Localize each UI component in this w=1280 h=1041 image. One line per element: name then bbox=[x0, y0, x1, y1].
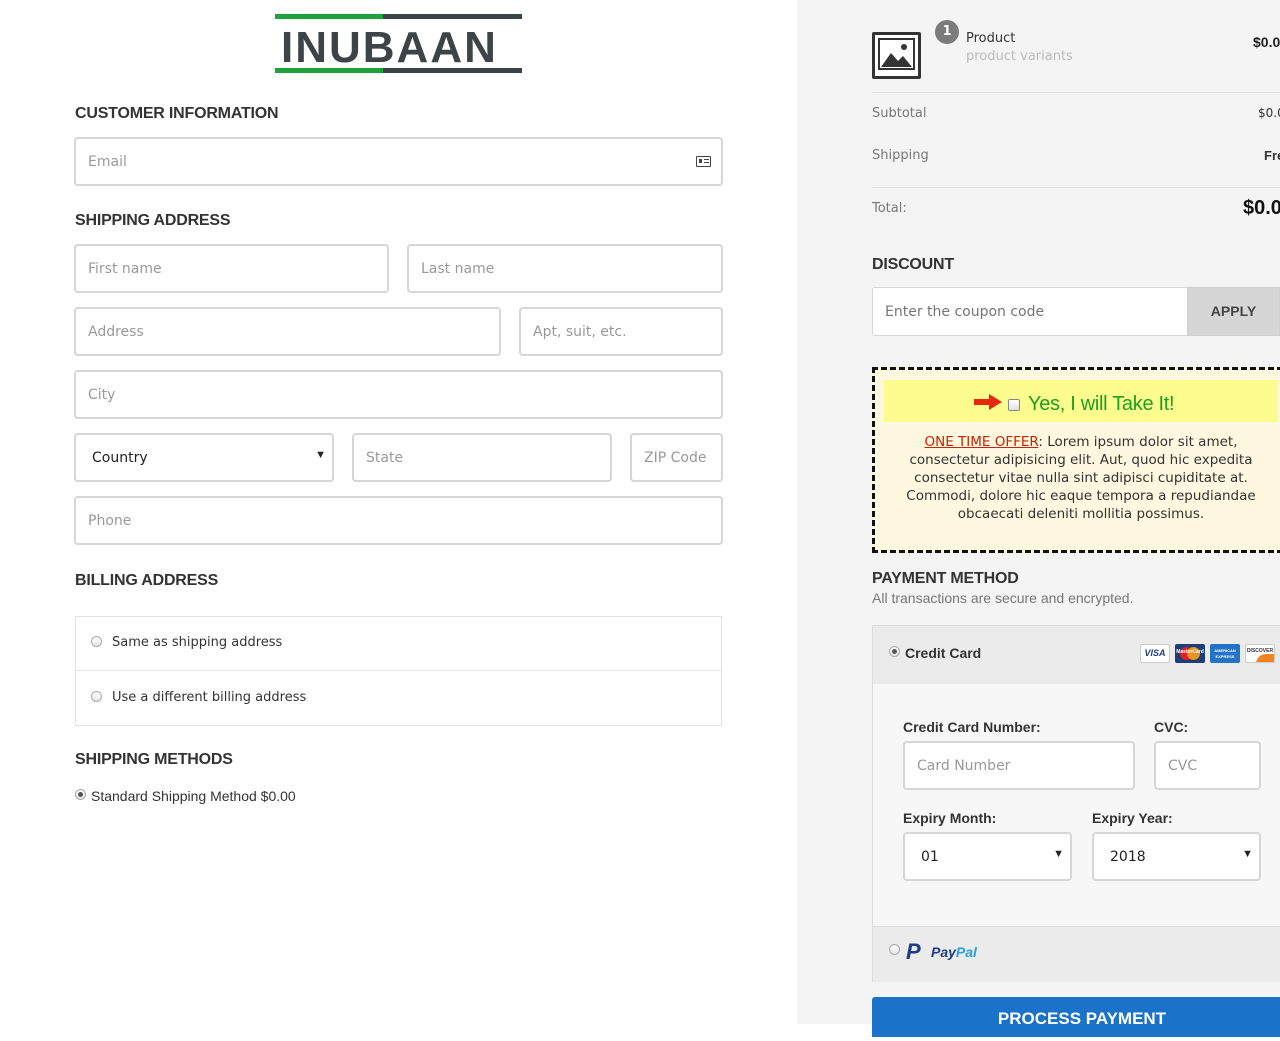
country-select-value: Country bbox=[92, 450, 148, 466]
paypal-radio[interactable] bbox=[889, 944, 900, 955]
address-input[interactable] bbox=[76, 309, 499, 354]
total-value: $0.0 bbox=[1243, 197, 1280, 219]
standard-shipping-label: Standard Shipping Method $0.00 bbox=[91, 788, 296, 804]
process-payment-button[interactable]: PROCESS PAYMENT bbox=[872, 997, 1280, 1037]
brand-logo[interactable]: INUBAAN bbox=[275, 14, 522, 76]
billing-options: Same as shipping address Use a different… bbox=[75, 616, 722, 726]
amex-icon: AMERICAN EXPRESS bbox=[1210, 644, 1240, 663]
last-name-field[interactable] bbox=[407, 244, 723, 293]
divider bbox=[872, 187, 1280, 188]
paypal-option[interactable]: P PayPal bbox=[873, 926, 1280, 982]
mastercard-icon: MasterCard bbox=[1175, 644, 1205, 663]
country-select[interactable]: Country ▼ bbox=[74, 433, 334, 482]
product-price: $0.0 bbox=[1253, 34, 1280, 50]
billing-option-different[interactable]: Use a different billing address bbox=[76, 672, 721, 726]
coupon-input[interactable] bbox=[873, 288, 1188, 335]
billing-option-same[interactable]: Same as shipping address bbox=[76, 617, 721, 671]
visa-icon: VISA bbox=[1140, 644, 1170, 663]
image-icon bbox=[878, 38, 915, 70]
credit-card-label: Credit Card bbox=[905, 645, 982, 661]
address-field[interactable] bbox=[74, 307, 501, 356]
chevron-down-icon: ▼ bbox=[1242, 848, 1253, 860]
logo-text: INUBAAN bbox=[281, 23, 498, 72]
contact-card-icon[interactable] bbox=[696, 156, 711, 167]
shipping-value: Fre bbox=[1264, 148, 1280, 163]
shipping-label: Shipping bbox=[872, 148, 929, 163]
product-name: Product bbox=[966, 31, 1016, 46]
offer-cta-bar[interactable]: Yes, I will Take It! bbox=[884, 380, 1278, 422]
payment-method-title: PAYMENT METHOD bbox=[872, 570, 1019, 587]
apt-field[interactable] bbox=[519, 307, 723, 356]
expiry-month-select[interactable]: 01 ▼ bbox=[903, 832, 1072, 881]
apt-input[interactable] bbox=[521, 309, 721, 354]
payment-options: Credit Card VISA MasterCard AMERICAN EXP… bbox=[872, 625, 1280, 982]
product-image-placeholder bbox=[872, 32, 921, 79]
billing-different-radio[interactable] bbox=[91, 691, 102, 702]
first-name-input[interactable] bbox=[76, 246, 387, 291]
card-number-input[interactable] bbox=[905, 743, 1133, 788]
city-field[interactable] bbox=[74, 370, 723, 419]
cvc-input[interactable] bbox=[1156, 743, 1259, 788]
chevron-down-icon: ▼ bbox=[315, 449, 326, 461]
cvc-label: CVC: bbox=[1154, 719, 1189, 735]
process-payment-label: PROCESS PAYMENT bbox=[997, 1009, 1167, 1028]
credit-card-option[interactable]: Credit Card VISA MasterCard AMERICAN EXP… bbox=[873, 626, 1280, 684]
expiry-month-value: 01 bbox=[921, 849, 939, 865]
offer-headline: ONE TIME OFFER bbox=[924, 434, 1039, 450]
offer-checkbox[interactable] bbox=[1008, 399, 1020, 411]
shipping-methods-title: SHIPPING METHODS bbox=[75, 751, 233, 768]
offer-cta-label[interactable]: Yes, I will Take It! bbox=[1028, 393, 1175, 416]
arrow-right-icon bbox=[974, 394, 1002, 410]
chevron-down-icon: ▼ bbox=[1053, 848, 1064, 860]
email-input[interactable] bbox=[76, 139, 721, 184]
city-input[interactable] bbox=[76, 372, 721, 417]
state-input[interactable] bbox=[354, 435, 610, 480]
coupon-field[interactable] bbox=[872, 287, 1188, 336]
expiry-month-label: Expiry Month: bbox=[903, 810, 997, 826]
apply-coupon-button[interactable]: APPLY bbox=[1187, 287, 1280, 336]
last-name-input[interactable] bbox=[409, 246, 721, 291]
expiry-year-value: 2018 bbox=[1110, 849, 1146, 865]
billing-different-label: Use a different billing address bbox=[112, 690, 307, 705]
product-variants: product variants bbox=[966, 49, 1073, 64]
shipping-address-title: SHIPPING ADDRESS bbox=[75, 212, 231, 229]
logo-graphic: INUBAAN bbox=[275, 14, 522, 73]
billing-same-radio[interactable] bbox=[91, 636, 102, 647]
zip-field[interactable] bbox=[630, 433, 723, 482]
standard-shipping-radio[interactable] bbox=[75, 789, 86, 800]
card-number-label: Credit Card Number: bbox=[903, 719, 1041, 735]
billing-address-title: BILLING ADDRESS bbox=[75, 572, 219, 589]
quantity-badge: 1 bbox=[935, 20, 959, 44]
offer-description: ONE TIME OFFER: Lorem ipsum dolor sit am… bbox=[884, 433, 1278, 523]
cvc-field[interactable] bbox=[1154, 741, 1261, 790]
zip-input[interactable] bbox=[632, 435, 721, 480]
expiry-year-label: Expiry Year: bbox=[1092, 810, 1173, 826]
subtotal-value: $0.0 bbox=[1258, 106, 1280, 120]
divider bbox=[872, 92, 1280, 93]
card-number-field[interactable] bbox=[903, 741, 1135, 790]
paypal-logo-icon: P bbox=[906, 939, 921, 964]
subtotal-label: Subtotal bbox=[872, 106, 927, 121]
customer-info-title: CUSTOMER INFORMATION bbox=[75, 105, 279, 122]
billing-same-label: Same as shipping address bbox=[112, 635, 283, 650]
payment-subtitle: All transactions are secure and encrypte… bbox=[872, 590, 1134, 606]
paypal-wordmark: PayPal bbox=[931, 944, 977, 960]
discount-title: DISCOUNT bbox=[872, 256, 954, 273]
phone-input[interactable] bbox=[76, 498, 721, 543]
expiry-year-select[interactable]: 2018 ▼ bbox=[1092, 832, 1261, 881]
total-label: Total: bbox=[872, 201, 907, 216]
credit-card-radio[interactable] bbox=[889, 646, 900, 657]
email-field[interactable] bbox=[74, 137, 723, 186]
phone-field[interactable] bbox=[74, 496, 723, 545]
discover-icon: DISCOVER bbox=[1245, 644, 1275, 663]
one-time-offer-box: Yes, I will Take It! ONE TIME OFFER: Lor… bbox=[872, 367, 1280, 553]
state-field[interactable] bbox=[352, 433, 612, 482]
first-name-field[interactable] bbox=[74, 244, 389, 293]
